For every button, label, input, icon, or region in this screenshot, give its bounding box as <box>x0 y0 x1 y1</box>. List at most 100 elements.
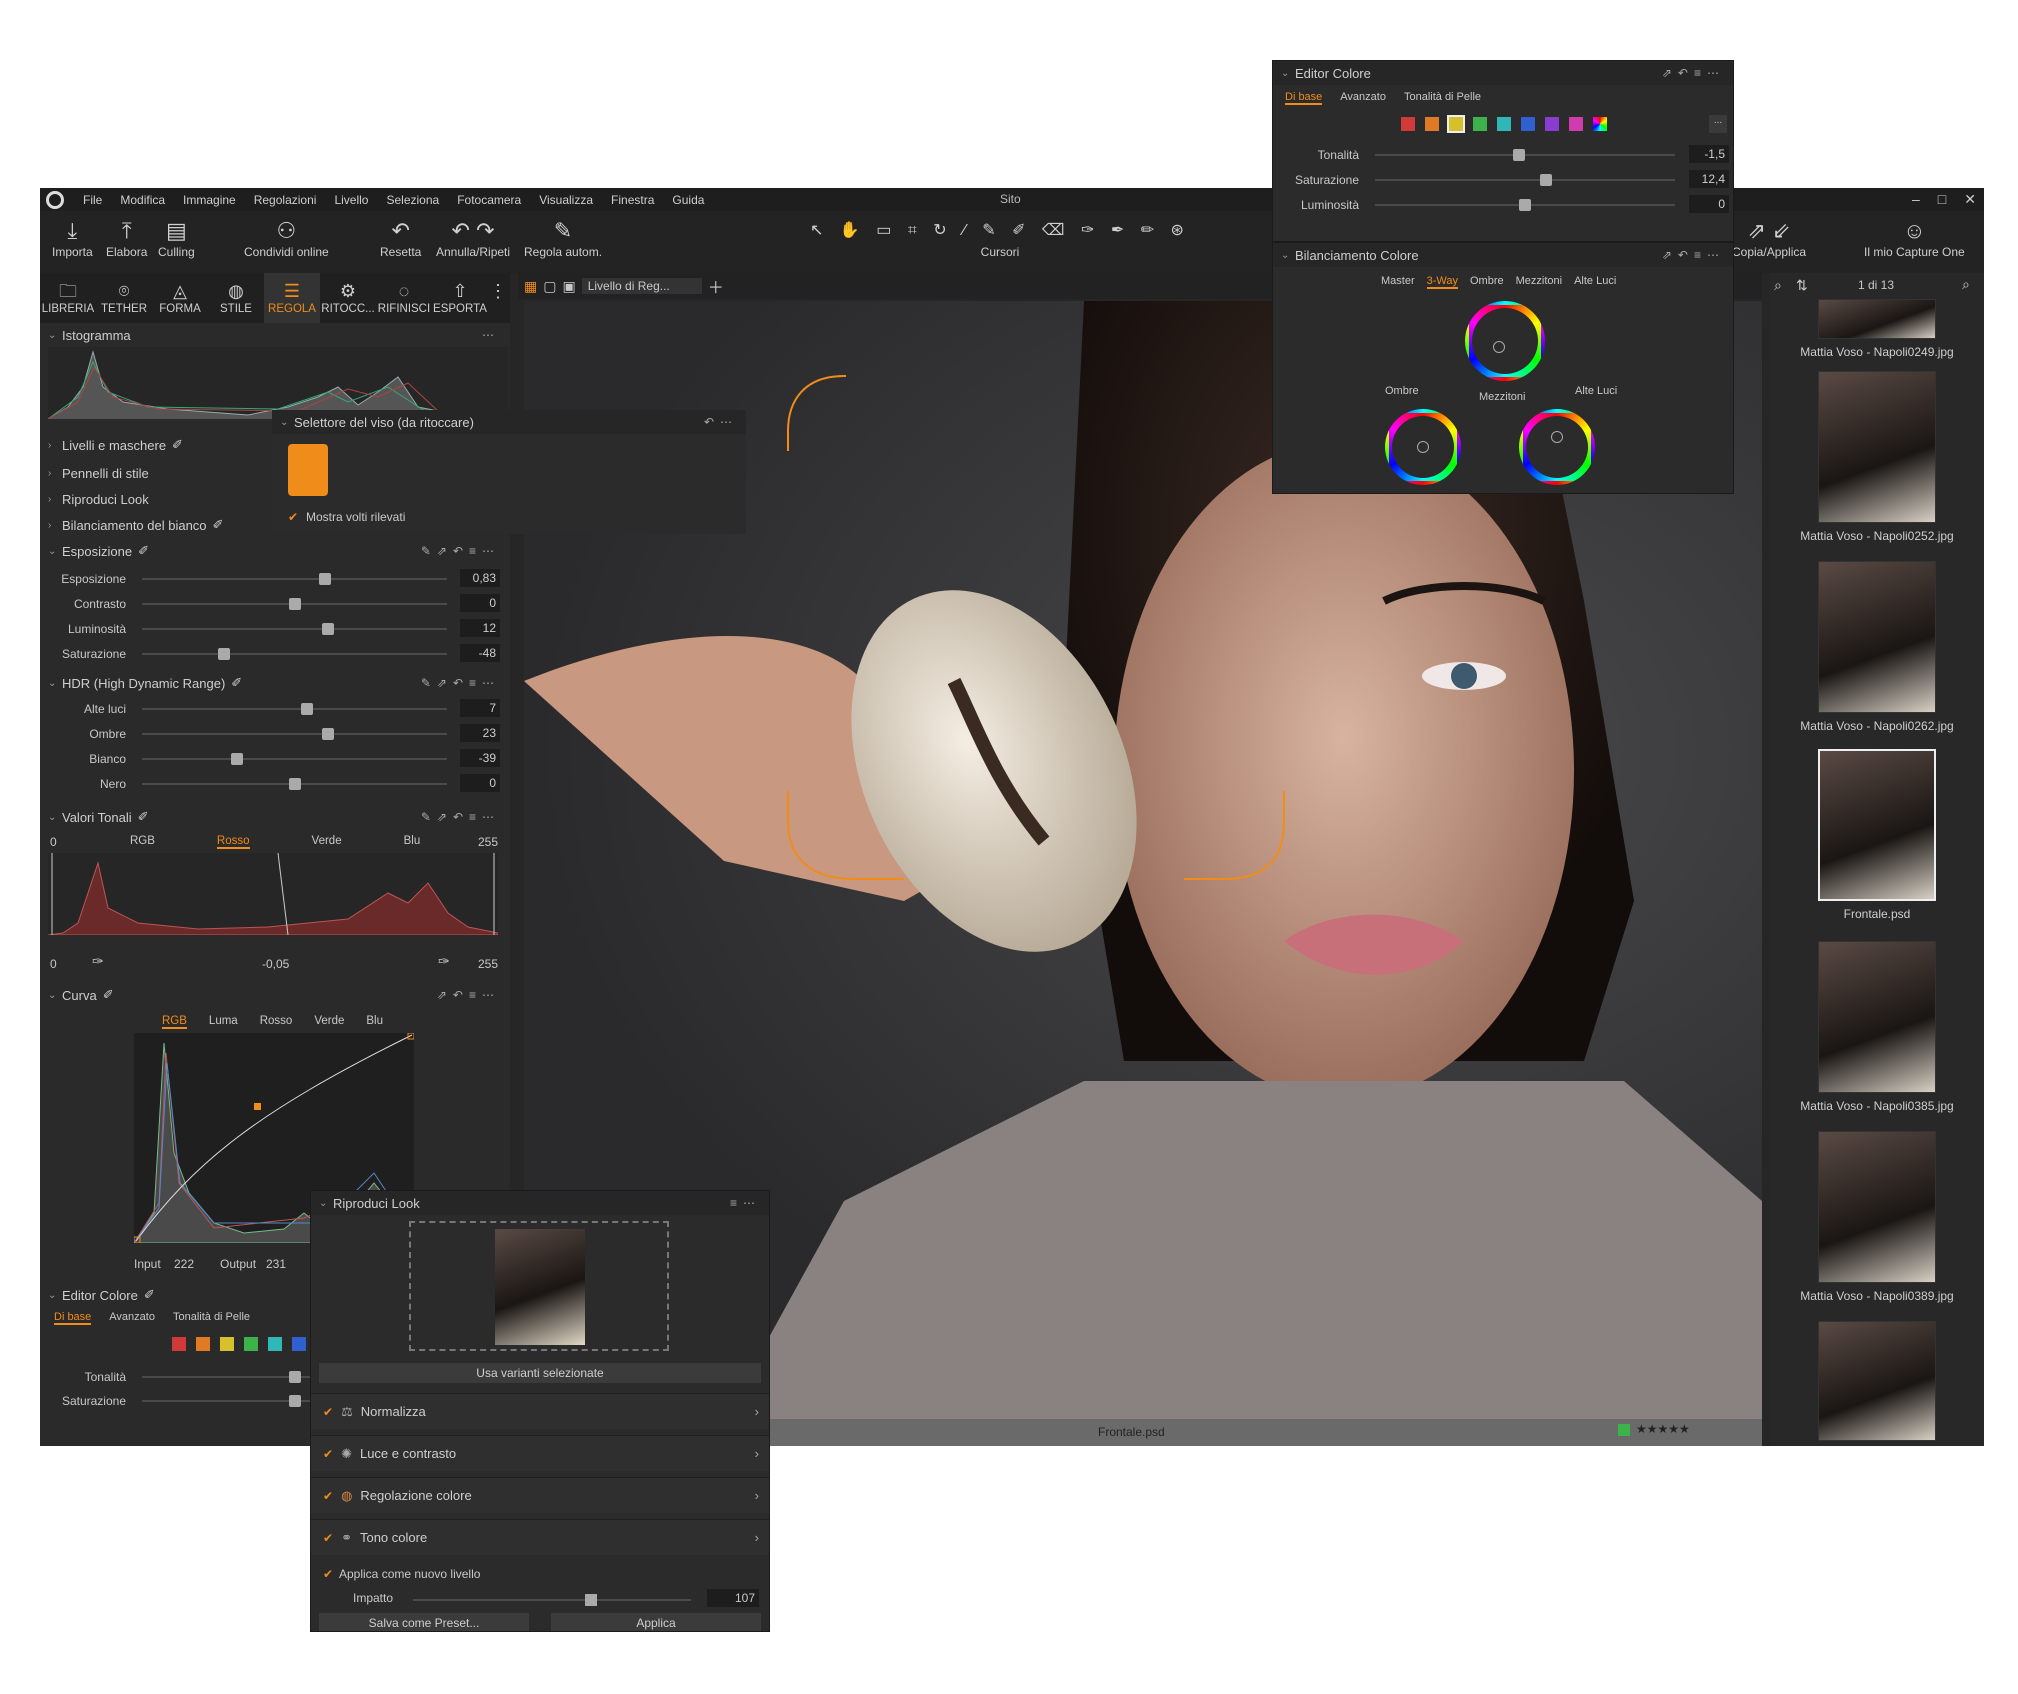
slider-track[interactable] <box>1375 199 1675 211</box>
swatch-orange[interactable] <box>196 1337 210 1351</box>
detected-face-thumbnail[interactable] <box>288 444 328 496</box>
single-view-icon[interactable]: ▢ <box>543 278 556 295</box>
slider-track[interactable] <box>142 573 447 585</box>
picker-icon[interactable]: ✐ <box>231 675 242 691</box>
culling-button[interactable]: ▤ Culling <box>158 217 195 259</box>
slider-thumb[interactable] <box>1513 149 1525 161</box>
balance-tab-master[interactable]: Master <box>1381 275 1415 289</box>
color-more-button[interactable]: ... <box>1709 115 1727 133</box>
show-faces-label[interactable]: Mostra volti rilevati <box>306 510 405 524</box>
slider-value-input[interactable]: 7 <box>460 699 500 717</box>
tab-regola[interactable]: ☰ REGOLA <box>264 273 320 323</box>
browser-thumbnail[interactable]: Mattia Voso - Napoli0249.jpg <box>1770 299 1984 359</box>
slider-value-input[interactable]: -48 <box>460 644 500 662</box>
menu-guida[interactable]: Guida <box>663 193 713 207</box>
menu-file[interactable]: File <box>74 193 111 207</box>
zoom-icon[interactable]: ⌕ <box>1774 277 1782 294</box>
tool-actions-icons[interactable]: ↶⋯ <box>704 415 738 429</box>
swatch-yellow[interactable] <box>220 1337 234 1351</box>
tab-tether[interactable]: ⌾ TETHER <box>96 273 152 323</box>
slider-row[interactable]: Bianco -39 <box>40 747 510 771</box>
slider-track[interactable] <box>142 753 447 765</box>
slider-value-input[interactable]: 0,83 <box>460 569 500 587</box>
slider-thumb[interactable] <box>322 623 335 635</box>
impact-value[interactable]: 107 <box>707 1589 759 1607</box>
slider-thumb[interactable] <box>584 1594 597 1606</box>
picker-icon[interactable]: ✐ <box>103 987 114 1003</box>
reset-button[interactable]: ↶ Resetta <box>380 217 421 259</box>
slider-track[interactable] <box>142 728 447 740</box>
levels-bottom-min[interactable]: 0 <box>50 957 57 971</box>
browser-thumbnail[interactable] <box>1770 1321 1984 1446</box>
curve-tab-luma[interactable]: Luma <box>209 1015 238 1029</box>
swatch-cyan[interactable] <box>1497 117 1511 131</box>
grid-view-icon[interactable]: ▦ <box>524 278 537 295</box>
balance-tab-3way[interactable]: 3-Way <box>1426 275 1458 289</box>
levels-max-input[interactable]: 255 <box>478 835 498 849</box>
menu-livello[interactable]: Livello <box>325 193 377 207</box>
levels-midtone-value[interactable]: -0,05 <box>262 957 289 971</box>
color-editor-tab-pelle[interactable]: Tonalità di Pelle <box>173 1311 250 1325</box>
slider-row[interactable]: Saturazione -48 <box>40 642 510 666</box>
browser-thumbnail-selected[interactable]: Frontale.psd <box>1770 749 1984 921</box>
apply-new-layer-label[interactable]: Applica come nuovo livello <box>339 1567 480 1581</box>
swatch-blue[interactable] <box>292 1337 306 1351</box>
slider-row[interactable]: Alte luci 7 <box>40 697 510 721</box>
slider-row[interactable]: Ombre 23 <box>40 722 510 746</box>
shadows-color-wheel[interactable] <box>1385 409 1461 485</box>
tool-actions-icons[interactable]: ⇗↶≡⋯ <box>1662 248 1725 262</box>
browser-thumbnail[interactable]: Mattia Voso - Napoli0262.jpg <box>1770 561 1984 733</box>
more-icon[interactable]: ⋯ <box>482 328 500 342</box>
slider-row[interactable]: Luminosità 0 <box>1273 193 1733 217</box>
menu-visualizza[interactable]: Visualizza <box>530 193 602 207</box>
slider-value-input[interactable]: 23 <box>460 724 500 742</box>
search-icon[interactable]: ⌕ <box>1962 276 1970 293</box>
slider-track[interactable] <box>142 598 447 610</box>
tool-header-curva[interactable]: ⌄ Curva ✐ ⇗↶≡⋯ <box>40 983 510 1007</box>
slider-thumb[interactable] <box>288 778 301 790</box>
browser-thumbnail[interactable]: Mattia Voso - Napoli0252.jpg <box>1770 371 1984 543</box>
use-selected-variants-button[interactable]: Usa varianti selezionate <box>319 1363 761 1383</box>
look-row-colore[interactable]: ✔ ◍ Regolazione colore › <box>311 1477 769 1513</box>
slider-row[interactable]: Tonalità -1,5 <box>1273 143 1733 167</box>
swatch-purple[interactable] <box>1545 117 1559 131</box>
swatch-yellow-selected[interactable] <box>1447 115 1465 133</box>
curve-tab-rosso[interactable]: Rosso <box>260 1015 293 1029</box>
slider-track[interactable] <box>142 778 447 790</box>
curve-input-value[interactable]: 222 <box>174 1257 194 1271</box>
check-icon[interactable]: ✔ <box>288 510 298 524</box>
curve-tab-verde[interactable]: Verde <box>314 1015 344 1029</box>
tool-actions-icons[interactable]: ⇗↶≡⋯ <box>437 988 500 1002</box>
slider-track[interactable] <box>1375 174 1675 186</box>
maximize-button[interactable]: □ <box>1938 191 1946 208</box>
slider-row[interactable]: Nero 0 <box>40 772 510 796</box>
slider-thumb[interactable] <box>288 1371 301 1383</box>
slider-track[interactable] <box>142 703 447 715</box>
slider-thumb[interactable] <box>322 728 335 740</box>
import-button[interactable]: ⤓ Importa <box>52 217 93 259</box>
tab-forma[interactable]: ◬ FORMA <box>152 273 208 323</box>
undo-redo-button[interactable]: ↶ ↷ Annulla/Ripeti <box>436 217 510 259</box>
slider-thumb[interactable] <box>1540 174 1552 186</box>
tool-header-hdr[interactable]: ⌄ HDR (High Dynamic Range) ✐ ✎⇗↶≡⋯ <box>40 671 510 695</box>
tool-actions-icons[interactable]: ✎⇗↶≡⋯ <box>421 676 500 690</box>
slider-row[interactable]: Luminosità 12 <box>40 617 510 641</box>
slider-thumb[interactable] <box>218 648 231 660</box>
look-drop-zone[interactable] <box>409 1221 669 1351</box>
tab-esporta[interactable]: ⇧ ESPORTA <box>432 273 488 323</box>
slider-thumb[interactable] <box>300 703 313 715</box>
levels-tab-verde[interactable]: Verde <box>312 835 342 849</box>
slider-row[interactable]: Saturazione 12,4 <box>1273 168 1733 192</box>
apply-look-button[interactable]: Applica <box>551 1613 761 1631</box>
compare-view-icon[interactable]: ▣ <box>562 278 575 295</box>
curve-output-value[interactable]: 231 <box>266 1257 286 1271</box>
tool-header-valori-tonali[interactable]: ⌄ Valori Tonali ✐ ✎⇗↶≡⋯ <box>40 805 510 829</box>
tool-header-esposizione[interactable]: ⌄ Esposizione ✐ ✎⇗↶≡⋯ <box>40 539 510 563</box>
tab-rifinisci[interactable]: ◌ RIFINISCI <box>376 273 432 323</box>
balance-tab-mezzitoni[interactable]: Mezzitoni <box>1516 275 1562 289</box>
check-icon[interactable]: ✔ <box>323 1531 333 1545</box>
sort-icon[interactable]: ⇅ <box>1796 277 1808 294</box>
swatch-red[interactable] <box>1401 117 1415 131</box>
slider-thumb[interactable] <box>1519 199 1531 211</box>
levels-tab-rosso[interactable]: Rosso <box>216 835 250 849</box>
